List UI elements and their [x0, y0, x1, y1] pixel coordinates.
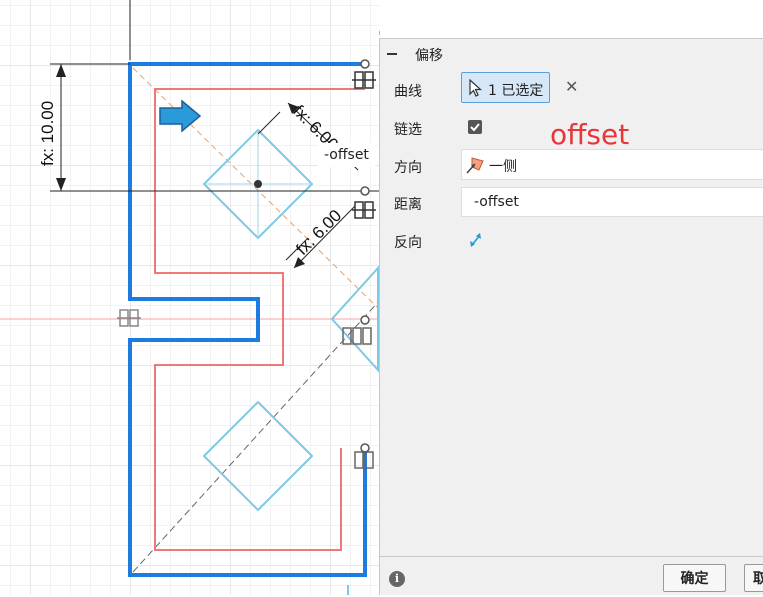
sketch-drawing[interactable]: fx: 10.00 fx: 6.00 fx: 6.00 — [0, 0, 380, 595]
flip-label: 反向 — [394, 235, 422, 251]
collapse-icon[interactable] — [387, 53, 397, 55]
offset-dialog: 偏移 曲线 1 已选定 ✕ 链选 offset 方向 一侧 距离 反向 i 确定… — [379, 38, 763, 595]
ok-button[interactable]: 确定 — [663, 564, 726, 592]
curve-selection-count: 1 已选定 — [488, 83, 544, 99]
direction-label: 方向 — [394, 160, 422, 176]
curve-selection-button[interactable]: 1 已选定 — [461, 72, 550, 103]
cancel-button[interactable]: 取消 — [744, 564, 763, 592]
direction-dropdown[interactable]: 一侧 — [461, 149, 763, 180]
flip-direction-icon[interactable] — [468, 231, 484, 249]
offset-value-tooltip[interactable]: -offset — [318, 143, 375, 167]
cursor-arrow-icon — [469, 79, 483, 97]
curve-label: 曲线 — [394, 84, 422, 100]
offset-annotation: offset — [550, 118, 630, 151]
clear-selection-icon[interactable]: ✕ — [565, 79, 578, 95]
info-icon[interactable]: i — [389, 571, 405, 587]
dialog-footer: i 确定 取消 — [380, 556, 763, 597]
dialog-header: 偏移 — [380, 39, 763, 69]
dialog-title: 偏移 — [415, 48, 443, 64]
sketch-canvas[interactable]: fx: 10.00 fx: 6.00 fx: 6.00 — [0, 0, 380, 595]
dimension-vertical[interactable]: fx: 10.00 — [38, 101, 57, 166]
one-side-direction-icon — [466, 157, 484, 174]
chain-label: 链选 — [394, 122, 422, 138]
distance-input[interactable] — [461, 187, 763, 217]
chain-checkbox[interactable] — [468, 120, 482, 134]
direction-value: 一侧 — [489, 159, 517, 175]
check-icon — [470, 123, 480, 132]
distance-label: 距离 — [394, 197, 422, 213]
